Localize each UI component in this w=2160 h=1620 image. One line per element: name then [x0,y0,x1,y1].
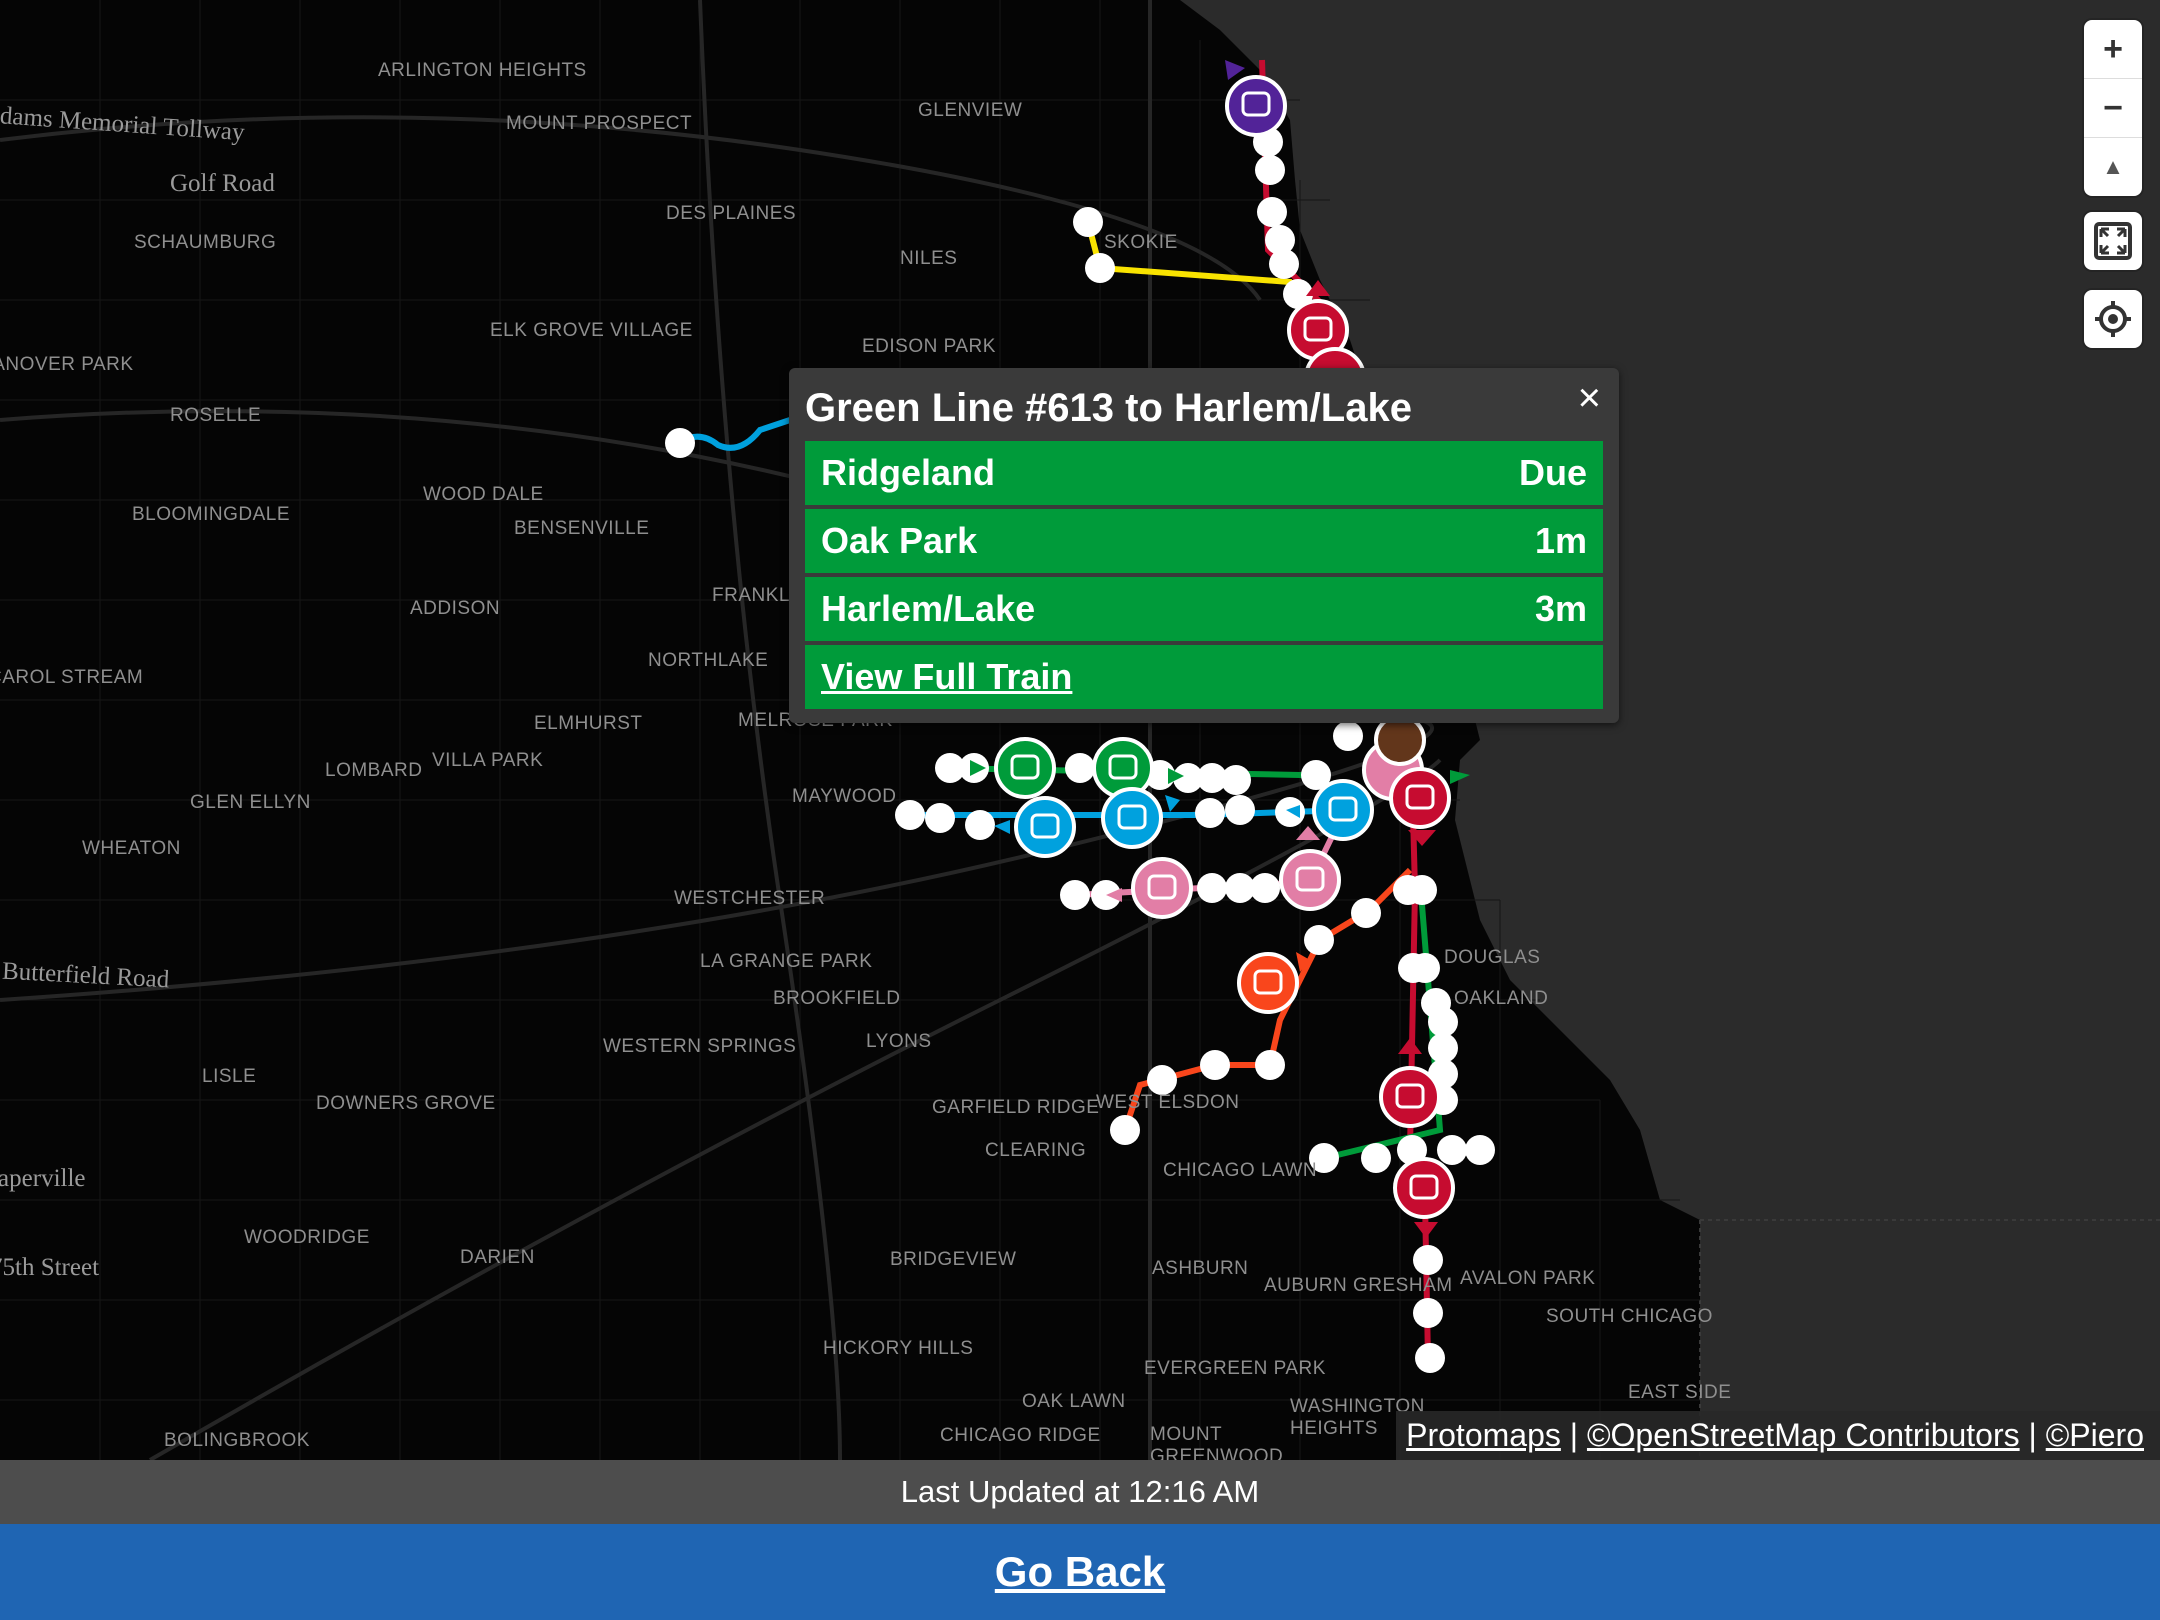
place-label: OAKLAND [1454,988,1549,1009]
place-label: LOMBARD [325,760,423,781]
last-updated-bar: Last Updated at 12:16 AM [0,1460,2160,1524]
place-label: ELMHURST [534,713,643,734]
brown-train-marker [1374,714,1426,766]
arrival-row: Oak Park 1m [805,509,1603,573]
arrival-eta: Due [1518,452,1587,493]
zoom-out-button[interactable]: − [2084,79,2142,138]
fullscreen-button[interactable] [2084,212,2142,270]
place-label: SOUTH CHICAGO [1546,1306,1713,1327]
place-label: HICKORY HILLS [823,1338,974,1359]
attribution-separator: | [1560,1417,1587,1453]
fullscreen-control [2084,212,2142,270]
close-button[interactable]: × [1578,378,1601,418]
place-label: HANOVER PARK [0,354,134,375]
locate-control [2084,290,2142,348]
lake-michigan [1180,0,2160,1460]
map[interactable]: ARLINGTON HEIGHTS MOUNT PROSPECT GLENVIE… [0,0,2160,1460]
place-label: ASHBURN [1152,1258,1249,1279]
train-popup: × Green Line #613 to Harlem/Lake Ridgela… [789,368,1619,723]
blue-line-track [678,417,791,451]
place-label: GLEN ELLYN [190,792,311,813]
view-full-train-row: View Full Train [805,645,1603,709]
road-label: Naperville [0,1165,86,1192]
place-label: WOODRIDGE [244,1227,370,1248]
place-label: ADDISON [410,598,501,619]
place-label: BRIDGEVIEW [890,1249,1017,1270]
arrival-row: Ridgeland Due [805,441,1603,505]
blue-train-marker [994,796,1076,858]
place-label: AUBURN GRESHAM [1264,1275,1453,1296]
protomaps-link[interactable]: Protomaps [1406,1417,1561,1453]
zoom-controls: + − ▲ [2084,20,2142,196]
place-label: ARLINGTON HEIGHTS [378,60,587,81]
place-label: ROSELLE [170,405,262,426]
place-label: NILES [900,248,958,269]
road-label: 75th Street [0,1254,100,1281]
go-back-bar: Go Back [0,1524,2160,1620]
locate-button[interactable] [2084,290,2142,348]
place-label: WESTERN SPRINGS [603,1036,797,1057]
place-label: OAK LAWN [1022,1391,1126,1412]
place-label: WEST ELSDON [1096,1092,1240,1113]
place-label: CHICAGO RIDGE [940,1425,1101,1446]
blue-train-marker [1286,779,1374,841]
place-label: CLEARING [985,1140,1087,1161]
arrival-station: Harlem/Lake [821,588,1036,629]
place-label: DES PLAINES [666,203,797,224]
popup-title: Green Line #613 to Harlem/Lake [805,386,1412,430]
place-label: WOOD DALE [423,484,544,505]
place-label: DARIEN [460,1247,535,1268]
place-label: EAST SIDE [1628,1382,1732,1403]
place-label: LA GRANGE PARK [700,951,873,972]
place-label: GARFIELD RIDGE [932,1097,1100,1118]
place-label: WHEATON [82,838,181,859]
place-label: ELK GROVE VILLAGE [490,320,693,341]
attribution-separator: | [2019,1417,2046,1453]
place-label: MOUNT PROSPECT [506,113,693,134]
place-label: GLENVIEW [918,100,1023,121]
place-label: AVALON PARK [1460,1268,1596,1289]
place-label: DOUGLAS [1444,947,1541,968]
place-label: EVERGREEN PARK [1144,1358,1326,1379]
place-label: BROOKFIELD [773,988,901,1009]
arrival-station: Ridgeland [821,452,996,493]
place-label: EDISON PARK [862,336,996,357]
zoom-in-button[interactable]: + [2084,20,2142,79]
place-label: SKOKIE [1104,232,1178,253]
place-label: BENSENVILLE [514,518,650,539]
place-label: BOLINGBROOK [164,1430,310,1451]
road-label: Golf Road [170,170,275,197]
last-updated-text: Last Updated at 12:16 AM [900,1474,1260,1509]
place-label: VILLA PARK [432,750,544,771]
view-full-train-link[interactable]: View Full Train [821,656,1072,698]
place-label: LYONS [866,1031,932,1052]
place-label: LISLE [202,1066,257,1087]
piero-link[interactable]: ©Piero [2046,1417,2144,1453]
place-label: MAYWOOD [792,786,897,807]
red-train-marker [1393,1157,1455,1238]
arrival-eta: 1m [1534,520,1587,561]
place-label: SCHAUMBURG [134,232,277,253]
place-label: CAROL STREAM [0,667,144,688]
arrival-station: Oak Park [821,520,978,561]
osm-link[interactable]: ©OpenStreetMap Contributors [1587,1417,2020,1453]
place-label: WESTCHESTER [674,888,826,909]
arrival-row: Harlem/Lake 3m [805,577,1603,641]
arrival-eta: 3m [1534,588,1587,629]
place-label: CHICAGO LAWN [1163,1160,1318,1181]
fullscreen-icon [2094,222,2132,260]
place-label: NORTHLAKE [648,650,769,671]
go-back-link[interactable]: Go Back [995,1548,1165,1596]
locate-icon [2095,301,2131,337]
map-attribution: Protomaps | ©OpenStreetMap Contributors … [1396,1411,2160,1460]
place-label: BLOOMINGDALE [132,504,291,525]
place-label: MOUNT GREENWOOD [1150,1424,1284,1460]
green-train-marker [970,737,1056,799]
compass-button[interactable]: ▲ [2084,138,2142,196]
place-label: DOWNERS GROVE [316,1093,496,1114]
